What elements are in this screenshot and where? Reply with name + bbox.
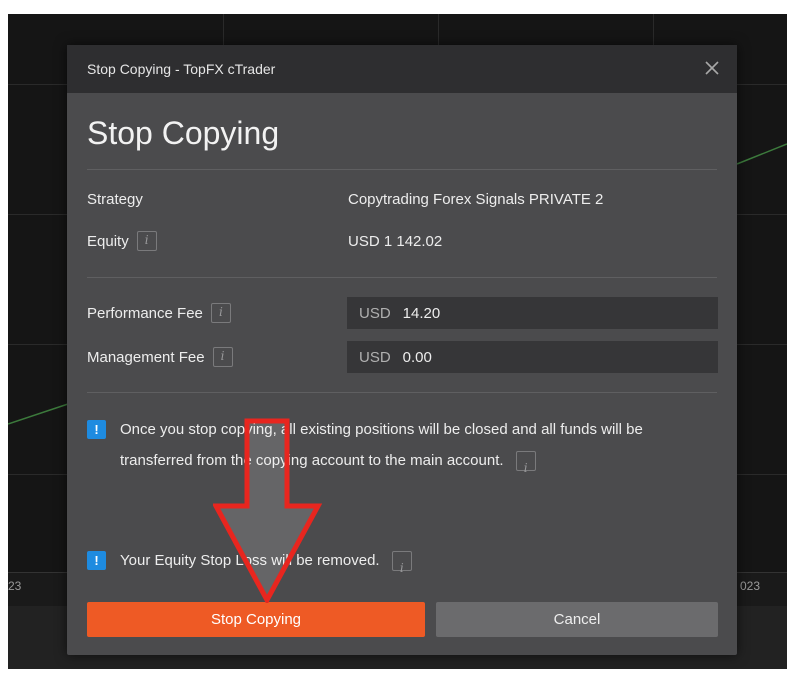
notice-text: Your Equity Stop Loss will be removed. [120, 552, 380, 569]
divider [87, 169, 717, 170]
exclamation-icon: ! [87, 420, 106, 439]
info-icon[interactable] [212, 347, 233, 367]
management-fee-value: 0.00 [402, 348, 432, 366]
performance-fee-value: 14.20 [402, 304, 441, 322]
performance-fee-label: Performance Fee [87, 303, 231, 323]
info-icon[interactable] [136, 231, 157, 251]
performance-fee-currency: USD [359, 304, 391, 322]
equity-label: Equity [87, 231, 157, 251]
stop-copying-button[interactable]: Stop Copying [87, 602, 425, 637]
equity-stop-loss-notice: ! Your Equity Stop Loss will be removed. [87, 545, 697, 584]
dialog-titlebar: Stop Copying - TopFX cTrader [67, 45, 737, 93]
axis-label-right: 023 [740, 579, 761, 593]
equity-label-text: Equity [87, 232, 129, 250]
strategy-value: Copytrading Forex Signals PRIVATE 2 [348, 191, 604, 208]
performance-fee-field[interactable]: USD 14.20 [347, 297, 718, 329]
strategy-label-text: Strategy [87, 191, 143, 208]
divider [87, 392, 717, 393]
equity-value: USD 1 142.02 [348, 233, 443, 250]
notice-text: Once you stop copying, all existing posi… [120, 421, 643, 469]
close-icon[interactable] [701, 57, 723, 79]
management-fee-label-text: Management Fee [87, 348, 205, 366]
stop-copying-dialog: Stop Copying - TopFX cTrader Stop Copyin… [67, 45, 737, 655]
strategy-label: Strategy [87, 191, 143, 208]
positions-closed-notice: ! Once you stop copying, all existing po… [87, 414, 697, 484]
dialog-heading: Stop Copying [87, 115, 280, 151]
axis-label-left: 23 [8, 579, 22, 593]
info-icon[interactable] [210, 303, 231, 323]
info-icon[interactable] [391, 551, 412, 584]
management-fee-label: Management Fee [87, 347, 233, 367]
performance-fee-label-text: Performance Fee [87, 304, 203, 322]
divider [87, 277, 717, 278]
management-fee-field[interactable]: USD 0.00 [347, 341, 718, 373]
window-title: Stop Copying - TopFX cTrader [87, 61, 276, 77]
cancel-button[interactable]: Cancel [436, 602, 718, 637]
info-icon[interactable] [515, 451, 536, 484]
management-fee-currency: USD [359, 348, 391, 366]
exclamation-icon: ! [87, 551, 106, 570]
